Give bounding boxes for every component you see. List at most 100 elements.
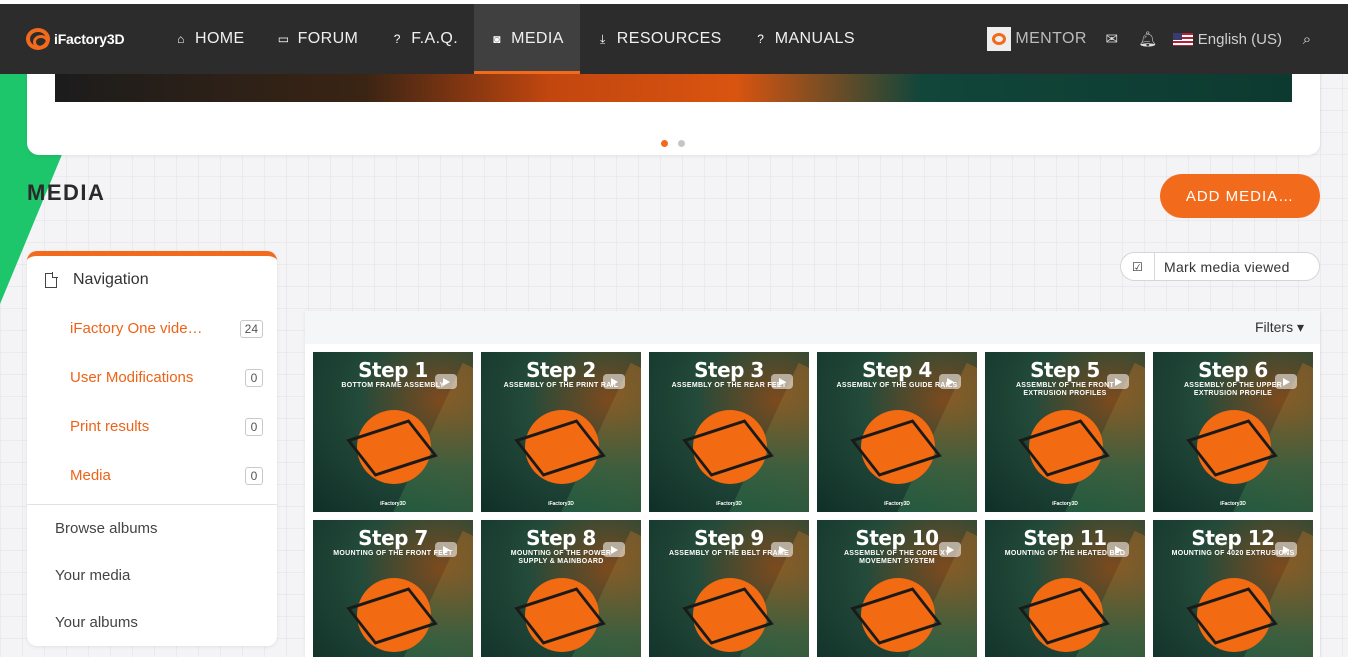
user-name: MENTOR: [1015, 30, 1087, 47]
manual-icon: ?: [757, 32, 765, 46]
category-label: iFactory One vide…: [70, 320, 203, 337]
media-thumbnail[interactable]: Step 6 ASSEMBLY OF THE UPPER EXTRUSION PR…: [1153, 352, 1313, 512]
thumbnail-subtitle: ASSEMBLY OF THE CORE XY MOVEMENT SYSTEM: [843, 550, 951, 565]
thumbnail-step-title: Step 7: [358, 526, 428, 550]
thumbnail-brand: iFactory3D: [716, 501, 742, 507]
thumbnail-subtitle: MOUNTING OF 4020 EXTRUSIONS: [1171, 550, 1295, 557]
thumbnail-subtitle: ASSEMBLY OF THE GUIDE RAILS: [836, 382, 958, 389]
filters-dropdown[interactable]: Filters ▾: [1255, 319, 1304, 336]
sidebar-category[interactable]: Media 0: [27, 451, 277, 500]
media-thumbnail[interactable]: Step 4 ASSEMBLY OF THE GUIDE RAILS iFactor…: [817, 352, 977, 512]
sidebar-category[interactable]: iFactory One vide… 24: [27, 304, 277, 353]
nav-item-label: RESOURCES: [616, 30, 722, 47]
us-flag-icon: [1172, 32, 1193, 46]
thumbnail-step-title: Step 11: [1023, 526, 1107, 550]
thumbnail-step-title: Step 1: [358, 358, 428, 382]
forum-icon: ▭: [277, 32, 290, 46]
sidebar-title: Navigation: [73, 271, 149, 288]
bell-icon[interactable]: 🔔︎: [1137, 30, 1159, 48]
language-selector[interactable]: English (US): [1172, 30, 1282, 48]
thumbnail-brand: iFactory3D: [1052, 501, 1078, 507]
logo-icon: [26, 28, 50, 50]
sidebar-link[interactable]: Your media: [27, 552, 277, 599]
sidebar-header: Navigation: [27, 256, 277, 304]
thumbnail-subtitle: MOUNTING OF THE FRONT FEET: [333, 550, 453, 557]
media-thumbnail[interactable]: Step 12MOUNTING OF 4020 EXTRUSIONSiFacto…: [1153, 520, 1313, 657]
nav-item-label: MANUALS: [774, 30, 855, 47]
category-count-badge: 0: [245, 368, 263, 387]
gallery-header: Filters ▾: [305, 311, 1320, 344]
nav-item-label: FORUM: [297, 30, 359, 47]
add-media-button[interactable]: ADD MEDIA…: [1160, 174, 1320, 218]
download-icon: ⤓: [599, 31, 606, 46]
mark-media-viewed-button[interactable]: ☑ Mark media viewed: [1120, 252, 1320, 281]
thumbnail-step-title: Step 5: [1030, 358, 1100, 382]
carousel-dot[interactable]: [678, 140, 685, 147]
thumbnail-subtitle: BOTTOM FRAME ASSEMBLY: [341, 382, 445, 389]
thumbnail-step-title: Step 12: [1191, 526, 1275, 550]
page-title: MEDIA: [27, 180, 106, 205]
thumbnail-step-title: Step 8: [526, 526, 596, 550]
media-thumbnail[interactable]: Step 7MOUNTING OF THE FRONT FEETiFactory…: [313, 520, 473, 657]
category-label: User Modifications: [70, 369, 194, 386]
media-thumbnail[interactable]: Step 9ASSEMBLY OF THE BELT FRAMEiFactory…: [649, 520, 809, 657]
brand-name: iFactory3D: [54, 31, 125, 47]
sidebar-link[interactable]: Your albums: [27, 599, 277, 646]
carousel-dots: [661, 140, 685, 147]
category-count-badge: 0: [245, 466, 263, 485]
mark-viewed-label: Mark media viewed: [1164, 258, 1290, 275]
thumbnail-subtitle: MOUNTING OF THE POWER SUPPLY & MAINBOARD: [510, 550, 612, 565]
media-thumbnail[interactable]: Step 11MOUNTING OF THE HEATED BEDiFactor…: [985, 520, 1145, 657]
nav-item-media[interactable]: ◙ MEDIA: [474, 4, 580, 74]
thumbnail-step-title: Step 6: [1198, 358, 1268, 382]
avatar: [987, 27, 1012, 51]
thumbnail-subtitle: ASSEMBLY OF THE BELT FRAME: [668, 550, 790, 557]
search-icon[interactable]: ⌕: [1296, 31, 1318, 48]
media-thumbnail[interactable]: Step 10 ASSEMBLY OF THE CORE XY MOVEMENT …: [817, 520, 977, 657]
home-icon: ⌂: [177, 32, 185, 46]
thumbnail-subtitle: ASSEMBLY OF THE UPPER EXTRUSION PROFILE: [1183, 382, 1283, 397]
user-menu[interactable]: MENTOR: [987, 27, 1086, 51]
media-thumbnail[interactable]: Step 2 ASSEMBLY OF THE PRINT RAIL iFactory…: [481, 352, 641, 512]
thumbnail-brand: iFactory3D: [548, 501, 574, 507]
media-thumbnail[interactable]: Step 3 ASSEMBLY OF THE REAR FEET iFactory3…: [649, 352, 809, 512]
sidebar-category[interactable]: User Modifications 0: [27, 353, 277, 402]
media-thumbnail[interactable]: Step 1 BOTTOM FRAME ASSEMBLY iFactory3D: [313, 352, 473, 512]
nav-item-label: MEDIA: [511, 30, 564, 47]
sidebar: Navigation iFactory One vide… 24 User Modi…: [27, 251, 277, 646]
thumbnail-step-title: Step 9: [694, 526, 764, 550]
nav-item-resources[interactable]: ⤓ RESOURCES: [580, 4, 738, 74]
category-label: Media: [70, 467, 111, 484]
thumbnail-step-title: Step 3: [694, 358, 764, 382]
main-nav: ⌂ HOME ▭ FORUM ? F.A.Q. ◙ MEDIA ⤓ RESOURCES? MANUA…: [158, 4, 871, 74]
thumbnail-brand: iFactory3D: [884, 501, 910, 507]
thumbnail-step-title: Step 4: [862, 358, 932, 382]
nav-item-home[interactable]: ⌂ HOME: [158, 4, 261, 74]
media-grid: Step 1 BOTTOM FRAME ASSEMBLY iFactory3D Ste…: [313, 352, 1313, 657]
brand-logo[interactable]: iFactory3D: [26, 28, 125, 50]
top-navbar: iFactory3D ⌂ HOME ▭ FORUM ? F.A.Q. ◙ MEDIA ⤓ RESO…: [0, 4, 1348, 74]
nav-item-label: HOME: [195, 30, 245, 47]
media-thumbnail[interactable]: Step 8 MOUNTING OF THE POWER SUPPLY & MAI…: [481, 520, 641, 657]
nav-item-manuals[interactable]: ? MANUALS: [738, 4, 871, 74]
camera-icon: ◙: [493, 32, 501, 46]
nav-item-forum[interactable]: ▭ FORUM: [261, 4, 375, 74]
user-nav: MENTOR ✉ 🔔︎ English (US) ⌕: [987, 4, 1318, 74]
thumbnail-brand: iFactory3D: [1220, 501, 1246, 507]
media-thumbnail[interactable]: Step 5 ASSEMBLY OF THE FRONT EXTRUSION PR…: [985, 352, 1145, 512]
mail-icon[interactable]: ✉: [1101, 30, 1123, 48]
category-count-badge: 24: [239, 319, 263, 338]
thumbnail-brand: iFactory3D: [380, 501, 406, 507]
sidebar-link[interactable]: Browse albums: [27, 505, 277, 552]
category-label: Print results: [70, 418, 150, 435]
thumbnail-step-title: Step 2: [526, 358, 596, 382]
top-strip: [0, 0, 1348, 4]
checkbox-icon: ☑: [1121, 253, 1155, 280]
media-gallery: Filters ▾ Step 1 BOTTOM FRAME ASSEMBLY iFa…: [305, 311, 1320, 657]
thumbnail-subtitle: MOUNTING OF THE HEATED BED: [1004, 550, 1126, 557]
language-label: English (US): [1197, 30, 1282, 48]
carousel-dot[interactable]: [661, 140, 668, 147]
nav-item-faq[interactable]: ? F.A.Q.: [374, 4, 474, 74]
sidebar-category[interactable]: Print results 0: [27, 402, 277, 451]
category-count-badge: 0: [245, 417, 263, 436]
